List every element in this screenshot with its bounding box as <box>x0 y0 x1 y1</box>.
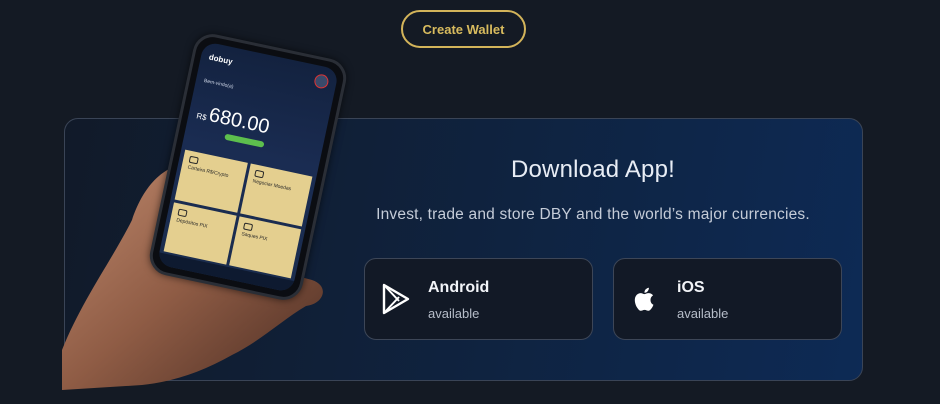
ios-download-button[interactable]: iOS available <box>613 258 842 340</box>
balance-value: 680.00 <box>206 104 272 139</box>
download-heading: Download App! <box>364 156 822 184</box>
currency-symbol: R$ <box>195 111 208 123</box>
android-download-button[interactable]: Android available <box>364 258 593 340</box>
tile-trade: Negociar Moedas <box>239 163 313 226</box>
store-status-android: available <box>428 306 480 321</box>
tile-wallet: Carteira R$/Crypto <box>174 149 248 213</box>
store-name-android: Android <box>428 279 490 296</box>
avatar <box>313 73 330 90</box>
page-title: Download App! <box>510 156 676 183</box>
download-subtitle: Invest, trade and store DBY and the worl… <box>376 206 810 223</box>
app-logo: dobuy <box>208 52 234 67</box>
store-status-ios: available <box>677 306 729 321</box>
phone-in-hand-illustration: dobuy Bem-vindo(a) R$680.00 Carteira R$/… <box>0 0 360 404</box>
store-name-ios: iOS <box>677 279 705 296</box>
apple-icon <box>634 287 654 311</box>
google-play-icon <box>382 283 410 315</box>
greeting-text: Bem-vindo(a) <box>203 78 234 91</box>
create-wallet-button[interactable]: Create Wallet <box>401 10 526 48</box>
balance-display: R$680.00 <box>195 101 272 139</box>
